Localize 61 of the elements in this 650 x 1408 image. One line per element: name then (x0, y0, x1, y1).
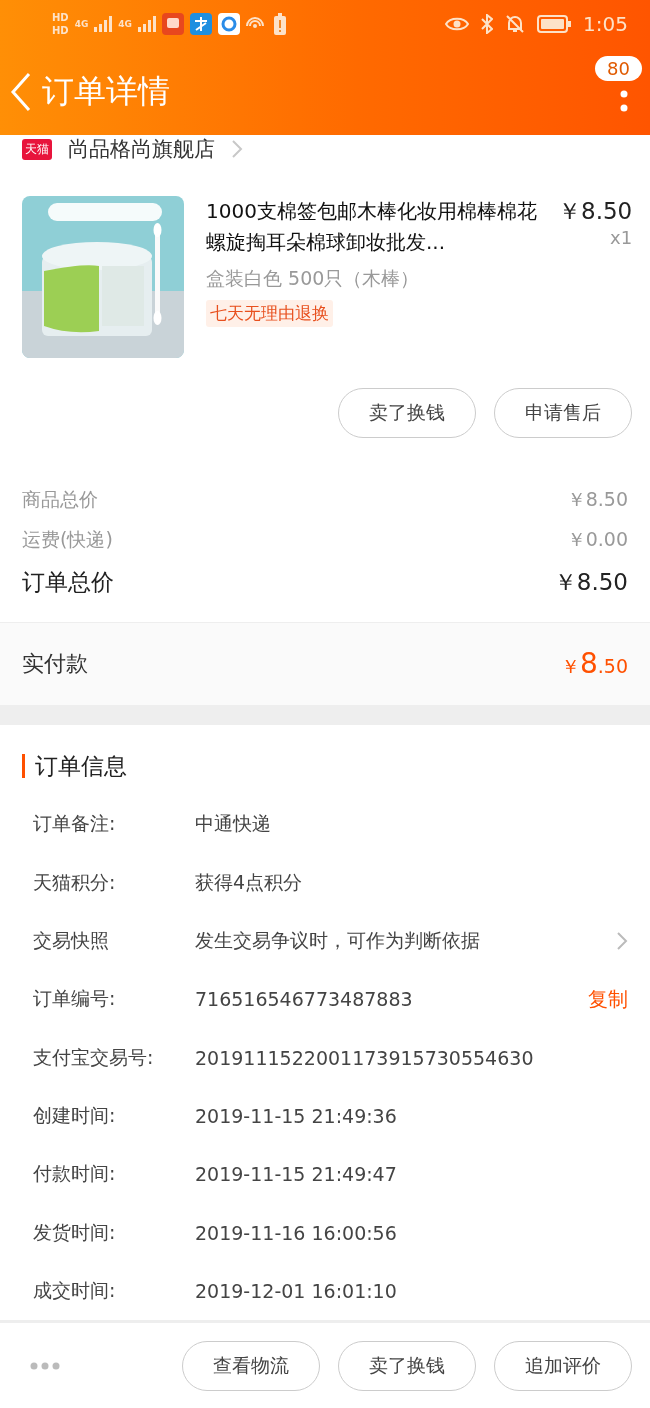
summary-label: 商品总价 (22, 487, 98, 513)
summary-value: ￥0.00 (566, 527, 628, 553)
battery-alert-icon (274, 13, 286, 35)
sim-label: HD (52, 11, 69, 24)
info-label: 订单编号: (33, 986, 117, 1012)
message-count-badge: 80 (595, 56, 642, 81)
info-label: 付款时间: (33, 1161, 117, 1187)
action-button[interactable]: 申请售后 (494, 388, 632, 439)
info-value: 2019-11-16 16:00:56 (195, 1221, 398, 1244)
summary-label: 运费(快递) (22, 527, 113, 553)
info-label: 交易快照 (33, 928, 110, 954)
clock: 1:05 (583, 12, 628, 36)
network-label: 4G (74, 19, 89, 29)
info-label: 发货时间: (33, 1219, 117, 1245)
info-label: 支付宝交易号: (33, 1044, 155, 1070)
info-value[interactable]: 发生交易争议时，可作为判断依据 (195, 928, 616, 955)
action-button[interactable]: 卖了换钱 (338, 388, 476, 439)
app-icon (162, 13, 184, 35)
signal-icon (138, 16, 156, 32)
info-label: 订单备注: (33, 811, 117, 837)
paid-amount: ￥8.50 (560, 647, 628, 681)
paid-label: 实付款 (22, 649, 88, 678)
page-title: 订单详情 (42, 70, 170, 112)
back-icon[interactable] (10, 71, 32, 112)
info-value: 2019111522001173915730554630 (195, 1046, 535, 1069)
return-policy-tag: 七天无理由退换 (206, 300, 333, 328)
section-title: 订单信息 (35, 751, 127, 781)
summary-value: ￥8.50 (566, 487, 628, 513)
info-value: 2019-11-15 21:49:47 (195, 1163, 398, 1186)
info-label: 天猫积分: (33, 869, 117, 895)
summary-label: 订单总价 (22, 567, 114, 597)
product-price: ￥8.50 (558, 197, 633, 227)
store-name[interactable]: 尚品格尚旗舰店 (68, 135, 215, 164)
info-label: 创建时间: (33, 1102, 117, 1128)
more-icon[interactable] (30, 1361, 60, 1370)
sim-label: HD (52, 24, 69, 37)
product-variant: 盒装白色 500只（木棒） (206, 266, 420, 292)
battery-icon (537, 15, 572, 33)
mute-icon (505, 14, 526, 34)
signal-icon (94, 16, 113, 32)
info-value: 716516546773487883 (195, 988, 414, 1011)
info-value: 2019-11-15 21:49:36 (195, 1104, 398, 1127)
info-value: 中通快递 (195, 811, 272, 837)
action-button[interactable]: 追加评价 (494, 1340, 632, 1391)
bluetooth-icon (481, 14, 494, 34)
info-value: 2019-12-01 16:01:10 (195, 1279, 398, 1302)
network-label: 4G (118, 19, 132, 29)
action-button[interactable]: 查看物流 (182, 1340, 320, 1391)
store-badge: 天猫 (22, 138, 52, 160)
action-button[interactable]: 卖了换钱 (338, 1340, 476, 1391)
chevron-right-icon[interactable] (231, 139, 243, 160)
chevron-right-icon[interactable] (616, 931, 628, 952)
summary-value: ￥8.50 (553, 567, 628, 597)
info-value: 获得4点积分 (195, 869, 304, 895)
browser-icon (218, 13, 240, 35)
info-label: 成交时间: (33, 1277, 117, 1303)
more-icon[interactable] (620, 90, 628, 112)
app-icon (190, 13, 212, 35)
quantity: x1 (610, 227, 633, 249)
eye-icon (445, 16, 470, 32)
product-title[interactable]: 1000支棉签包邮木棒化妆用棉棒棉花螺旋掏耳朵棉球卸妆批发... (206, 196, 546, 259)
